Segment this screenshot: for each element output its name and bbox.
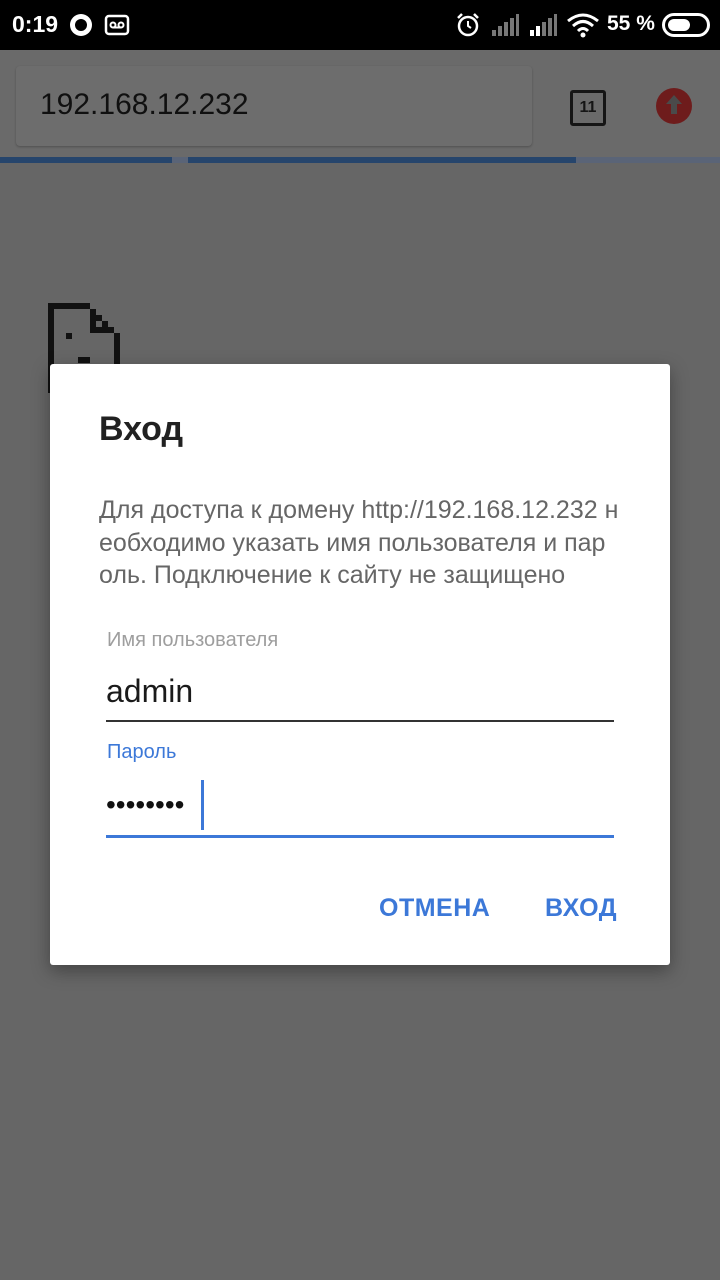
tabs-button[interactable]: 11 bbox=[570, 90, 606, 126]
login-dialog: Вход Для доступа к домену http://192.168… bbox=[50, 364, 670, 965]
update-button[interactable] bbox=[656, 88, 692, 124]
battery-percent: 55 % bbox=[607, 12, 655, 35]
alarm-icon bbox=[457, 13, 479, 37]
signal-icon bbox=[492, 14, 519, 36]
password-input[interactable]: •••••••• bbox=[106, 780, 614, 838]
url-bar[interactable]: 192.168.12.232 bbox=[16, 66, 532, 146]
update-arrow-icon bbox=[666, 95, 682, 114]
wifi-icon bbox=[567, 13, 599, 38]
message-icon bbox=[70, 14, 92, 36]
browser-toolbar: 192.168.12.232 11 bbox=[0, 50, 720, 163]
password-value: •••••••• bbox=[106, 789, 185, 820]
login-button[interactable]: ВХОД bbox=[545, 894, 617, 923]
status-bar: 0:19 55 % bbox=[0, 0, 720, 50]
dialog-message: Для доступа к домену http://192.168.12.2… bbox=[99, 496, 619, 589]
tabs-count: 11 bbox=[579, 99, 597, 116]
text-cursor bbox=[201, 780, 204, 830]
password-label: Пароль bbox=[107, 741, 177, 763]
cancel-button[interactable]: ОТМЕНА bbox=[379, 894, 490, 923]
status-time: 0:19 bbox=[12, 11, 59, 37]
signal-icon bbox=[530, 14, 557, 36]
username-label: Имя пользователя bbox=[107, 629, 279, 651]
voicemail-icon bbox=[104, 14, 130, 36]
username-input[interactable] bbox=[106, 670, 614, 722]
url-text[interactable]: 192.168.12.232 bbox=[40, 88, 249, 122]
battery-level bbox=[668, 19, 690, 31]
battery-icon bbox=[662, 13, 710, 37]
dialog-title: Вход bbox=[99, 410, 184, 448]
